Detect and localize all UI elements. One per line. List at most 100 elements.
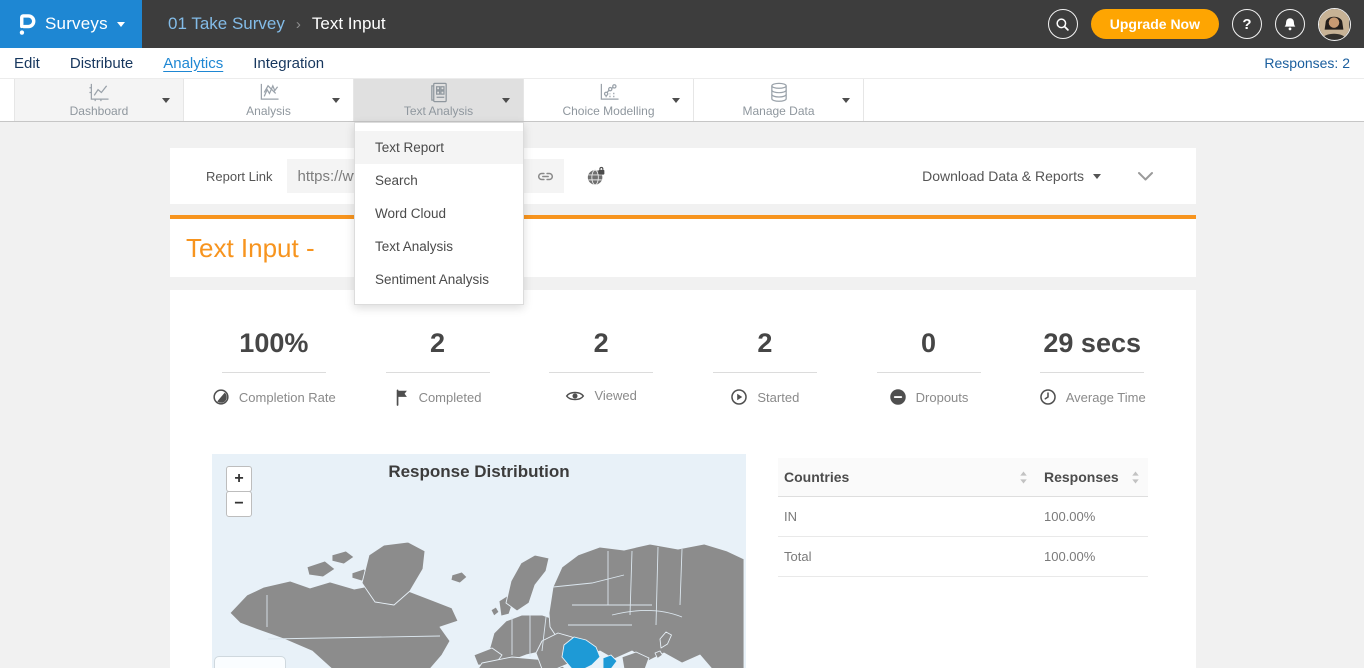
tab-label: Manage Data <box>742 104 814 118</box>
divider <box>222 372 326 373</box>
breadcrumb: 01 Take Survey › Text Input <box>168 14 386 34</box>
menu-item-sentiment-analysis[interactable]: Sentiment Analysis <box>355 263 523 296</box>
minus-circle-icon <box>889 388 907 406</box>
survey-subnav: Edit Distribute Analytics Integration Re… <box>0 48 1364 78</box>
stat-value: 29 secs <box>1043 328 1141 359</box>
collapse-section-chevron[interactable] <box>1137 171 1154 182</box>
copy-link-icon[interactable] <box>536 167 555 186</box>
eye-icon <box>565 389 585 403</box>
product-switcher[interactable]: Surveys <box>0 0 142 48</box>
menu-item-word-cloud[interactable]: Word Cloud <box>355 197 523 230</box>
search-button[interactable] <box>1048 9 1078 39</box>
sort-icon[interactable] <box>1131 471 1140 484</box>
flag-icon <box>394 388 410 406</box>
clock-icon <box>1039 388 1057 406</box>
tab-choice-modelling[interactable]: Choice Modelling <box>524 79 694 121</box>
tab-label: Dashboard <box>70 104 129 118</box>
responses-cell: 100.00% <box>1044 509 1095 524</box>
stat-value: 2 <box>430 328 445 359</box>
tab-label: Choice Modelling <box>562 104 654 118</box>
table-header-row: Countries Responses <box>778 458 1148 497</box>
text-report-icon <box>427 82 451 103</box>
menu-item-text-analysis[interactable]: Text Analysis <box>355 230 523 263</box>
notifications-button[interactable] <box>1275 9 1305 39</box>
subnav-item-analytics[interactable]: Analytics <box>163 55 223 72</box>
stat-average-time: 29 secs Average Time <box>1010 328 1174 406</box>
tab-label: Analysis <box>246 104 291 118</box>
divider <box>549 372 653 373</box>
report-link-label: Report Link <box>206 169 272 184</box>
tab-dashboard[interactable]: Dashboard <box>14 79 184 121</box>
stat-viewed: 2 Viewed <box>519 328 683 406</box>
divider <box>386 372 490 373</box>
stat-value: 2 <box>594 328 609 359</box>
question-title-card: Text Input - <box>170 219 1196 277</box>
country-cell: Total <box>784 549 811 564</box>
subnav-item-distribute[interactable]: Distribute <box>70 55 133 72</box>
scatter-chart-icon <box>596 82 622 103</box>
map-zoom-out-button[interactable]: − <box>226 491 252 517</box>
stat-label: Started <box>757 390 799 405</box>
subnav-item-integration[interactable]: Integration <box>253 55 324 72</box>
dashboard-card: 100% Completion Rate 2 Completed <box>170 290 1196 668</box>
tab-manage-data[interactable]: Manage Data <box>694 79 864 121</box>
world-map[interactable] <box>212 455 746 668</box>
database-icon <box>767 82 791 103</box>
map-zoom-controls: + − <box>226 466 252 517</box>
responses-cell: 100.00% <box>1044 549 1095 564</box>
breadcrumb-separator: › <box>296 16 301 33</box>
table-row: Total 100.00% <box>778 537 1148 577</box>
menu-item-text-report[interactable]: Text Report <box>355 131 523 164</box>
tab-analysis[interactable]: Analysis <box>184 79 354 121</box>
menu-item-search[interactable]: Search <box>355 164 523 197</box>
countries-responses-table: Countries Responses IN 100.00% Total <box>778 458 1148 577</box>
stat-label: Average Time <box>1066 390 1146 405</box>
stat-label: Completed <box>419 390 482 405</box>
chevron-down-icon <box>1093 174 1101 179</box>
divider <box>713 372 817 373</box>
download-label: Download Data & Reports <box>922 168 1084 184</box>
globe-lock-icon[interactable] <box>586 166 606 187</box>
breadcrumb-survey-link[interactable]: 01 Take Survey <box>168 14 285 34</box>
table-row: IN 100.00% <box>778 497 1148 537</box>
response-distribution-map[interactable]: Response Distribution + − <box>212 454 746 668</box>
sort-icon[interactable] <box>1019 471 1028 484</box>
responses-count: Responses: 2 <box>1264 55 1350 71</box>
questionpro-logo-icon <box>17 11 36 37</box>
search-icon <box>1055 17 1070 32</box>
stat-label: Viewed <box>594 388 636 403</box>
country-cell: IN <box>784 509 797 524</box>
stats-row: 100% Completion Rate 2 Completed <box>170 290 1196 406</box>
tab-text-analysis[interactable]: Text Analysis <box>354 79 524 121</box>
stat-value: 0 <box>921 328 936 359</box>
column-header-countries[interactable]: Countries <box>784 469 849 485</box>
map-title: Response Distribution <box>212 462 746 482</box>
map-zoom-in-button[interactable]: + <box>226 466 252 492</box>
subnav-item-edit[interactable]: Edit <box>14 55 40 72</box>
download-data-reports-dropdown[interactable]: Download Data & Reports <box>922 168 1101 184</box>
line-chart-icon <box>86 82 112 103</box>
stat-label: Completion Rate <box>239 390 336 405</box>
topbar: Surveys 01 Take Survey › Text Input Upgr… <box>0 0 1364 48</box>
stat-value: 2 <box>757 328 772 359</box>
divider <box>877 372 981 373</box>
user-avatar[interactable] <box>1318 8 1351 41</box>
chevron-down-icon <box>162 98 170 103</box>
stat-label: Dropouts <box>916 390 969 405</box>
upgrade-now-button[interactable]: Upgrade Now <box>1091 9 1219 39</box>
topbar-actions: Upgrade Now ? <box>1048 8 1364 41</box>
page-title: Text Input - <box>186 233 315 264</box>
report-link-bar: Report Link Download Data & Reports <box>170 148 1196 204</box>
completion-circle-icon <box>212 388 230 406</box>
divider <box>1040 372 1144 373</box>
chevron-down-icon <box>842 98 850 103</box>
play-circle-icon <box>730 388 748 406</box>
stat-started: 2 Started <box>683 328 847 406</box>
product-name: Surveys <box>45 14 108 34</box>
text-analysis-menu: Text Report Search Word Cloud Text Analy… <box>354 122 524 305</box>
column-header-responses[interactable]: Responses <box>1044 469 1119 485</box>
analytics-toolbar: Dashboard Analysis Text Analysis Choice … <box>0 78 1364 122</box>
trend-chart-icon <box>256 82 282 103</box>
help-button[interactable]: ? <box>1232 9 1262 39</box>
stat-dropouts: 0 Dropouts <box>847 328 1011 406</box>
